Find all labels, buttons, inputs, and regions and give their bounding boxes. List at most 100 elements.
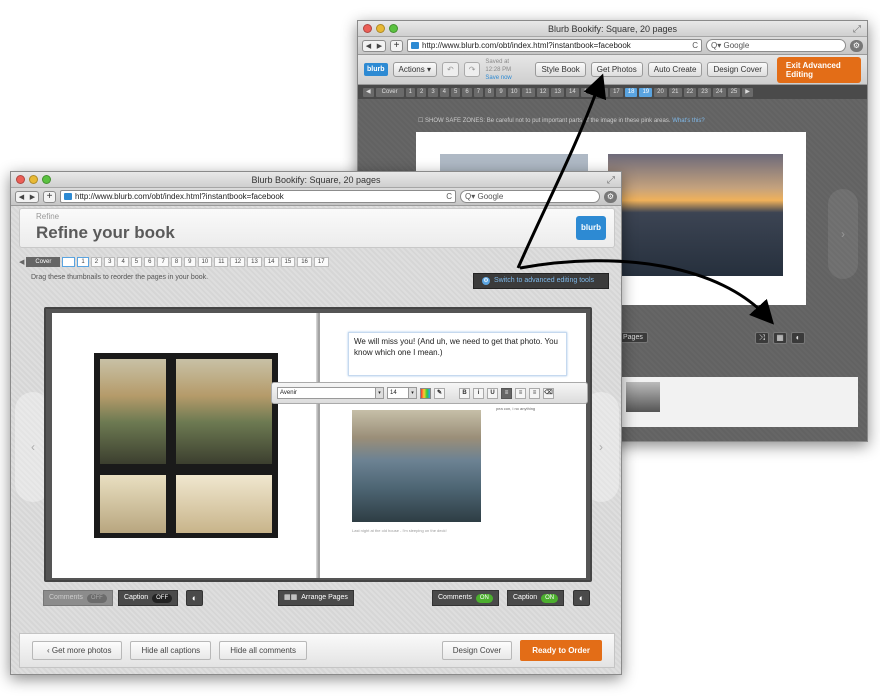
- page-thumb[interactable]: 5: [130, 257, 143, 267]
- zoom-light-icon[interactable]: [389, 24, 398, 33]
- page-thumb[interactable]: 20: [654, 87, 667, 97]
- page-thumb[interactable]: 24: [712, 87, 726, 97]
- page-thumb[interactable]: Cover: [26, 257, 61, 267]
- minimize-light-icon[interactable]: [376, 24, 385, 33]
- page-thumb[interactable]: 19: [639, 87, 653, 97]
- page-thumb[interactable]: 1: [77, 257, 89, 267]
- page-thumb[interactable]: 4: [439, 87, 450, 97]
- page-thumb[interactable]: 23: [698, 87, 711, 97]
- page-thumb[interactable]: 11: [522, 87, 535, 97]
- right-caption-toggle[interactable]: Caption ON: [507, 590, 565, 606]
- back-forward-buttons[interactable]: ◀ ▶: [15, 190, 39, 203]
- eyedropper-icon[interactable]: ✎: [434, 387, 445, 399]
- right-comments-toggle[interactable]: Comments ON: [432, 590, 499, 606]
- grid-icon[interactable]: ▦: [773, 332, 787, 344]
- page-thumb[interactable]: 17: [313, 257, 329, 267]
- gear-icon[interactable]: ⚙: [604, 190, 617, 203]
- palette-icon[interactable]: ◐: [791, 332, 805, 344]
- undo-icon[interactable]: ↶: [441, 62, 459, 77]
- page-thumb[interactable]: 10: [197, 257, 213, 267]
- page-thumb[interactable]: 14: [263, 257, 279, 267]
- fullscreen-icon[interactable]: ⤢: [607, 173, 615, 189]
- bold-button[interactable]: B: [459, 387, 470, 399]
- switch-advanced-tools-button[interactable]: ⚙ Switch to advanced editing tools: [473, 273, 609, 289]
- photo-tray-thumbnail[interactable]: [626, 382, 660, 412]
- left-caption-toggle[interactable]: Caption OFF: [118, 590, 179, 606]
- font-family-select[interactable]: Avenir ▾: [277, 387, 384, 399]
- page-thumb[interactable]: 15: [280, 257, 296, 267]
- page-thumb[interactable]: 16: [297, 257, 312, 267]
- hide-all-comments-button[interactable]: Hide all comments: [219, 641, 307, 660]
- italic-button[interactable]: i: [473, 387, 484, 399]
- page-thumb[interactable]: 3: [104, 257, 116, 267]
- clear-format-icon[interactable]: ⌫: [543, 387, 554, 399]
- page-thumb[interactable]: 11: [214, 257, 229, 267]
- close-light-icon[interactable]: [363, 24, 372, 33]
- strip-right-arrow-icon[interactable]: ▶: [742, 87, 753, 97]
- forward-arrow-icon[interactable]: ▶: [27, 192, 38, 202]
- forward-arrow-icon[interactable]: ▶: [374, 41, 385, 51]
- page-thumb[interactable]: 7: [473, 87, 484, 97]
- page-thumb[interactable]: 5: [451, 87, 461, 97]
- page-thumb[interactable]: 8: [485, 87, 495, 97]
- align-left-icon[interactable]: ≡: [501, 387, 512, 399]
- back-address-field[interactable]: http://www.blurb.com/obt/index.html?inst…: [407, 39, 702, 52]
- reload-icon[interactable]: C: [692, 40, 698, 52]
- arrange-pages-button[interactable]: ▦▦ Arrange Pages: [278, 590, 354, 606]
- text-color-icon[interactable]: [420, 387, 431, 399]
- auto-create-button[interactable]: Auto Create: [647, 62, 703, 77]
- fullscreen-icon[interactable]: ⤢: [853, 22, 861, 38]
- front-search-field[interactable]: Q▾ Google: [460, 190, 600, 203]
- shuffle-icon[interactable]: ⤨: [755, 332, 769, 344]
- page-thumb[interactable]: 25: [727, 87, 741, 97]
- zoom-light-icon[interactable]: [42, 175, 51, 184]
- back-search-field[interactable]: Q▾ Google: [706, 39, 846, 52]
- whats-this-link[interactable]: What's this?: [672, 118, 705, 124]
- ready-to-order-button[interactable]: Ready to Order: [520, 640, 602, 661]
- back-arrow-icon[interactable]: ◀: [16, 192, 27, 202]
- back-forward-buttons[interactable]: ◀ ▶: [362, 39, 386, 52]
- close-light-icon[interactable]: [16, 175, 25, 184]
- page-thumb[interactable]: 12: [536, 87, 550, 97]
- safe-zones-label[interactable]: SHOW SAFE ZONES:: [425, 118, 485, 124]
- page-thumb[interactable]: 3: [428, 87, 438, 97]
- page-thumb[interactable]: 1: [405, 87, 415, 97]
- page-thumb[interactable]: 18: [624, 87, 638, 97]
- sunset-sea-photo[interactable]: [608, 154, 783, 276]
- strip-left-arrow-icon[interactable]: ◀: [19, 258, 24, 266]
- right-palette-icon[interactable]: ◐: [573, 590, 590, 606]
- exit-advanced-editing-button[interactable]: Exit Advanced Editing: [776, 56, 861, 83]
- style-book-button[interactable]: Style Book: [535, 62, 586, 77]
- page-thumb[interactable]: 7: [157, 257, 169, 267]
- page-thumb[interactable]: 4: [117, 257, 129, 267]
- left-page[interactable]: [52, 313, 318, 578]
- page-thumb[interactable]: 15: [580, 87, 594, 97]
- actions-menu-button[interactable]: Actions ▾: [392, 62, 437, 77]
- save-now-link[interactable]: Save now: [485, 75, 511, 81]
- page-thumb[interactable]: 6: [462, 87, 472, 97]
- front-address-field[interactable]: http://www.blurb.com/obt/index.html?inst…: [60, 190, 456, 203]
- pages-button[interactable]: Pages: [618, 332, 648, 343]
- add-tab-button[interactable]: +: [43, 190, 56, 203]
- page-thumb[interactable]: 17: [610, 87, 623, 97]
- comment-textarea[interactable]: We will miss you! (And uh, we need to ge…: [348, 332, 567, 376]
- back-arrow-icon[interactable]: ◀: [363, 41, 374, 51]
- get-photos-button[interactable]: Get Photos: [590, 62, 643, 77]
- reload-icon[interactable]: C: [446, 191, 452, 203]
- left-comments-toggle[interactable]: Comments OFF: [43, 590, 113, 606]
- page-thumb[interactable]: 9: [496, 87, 506, 97]
- redo-icon[interactable]: ↷: [463, 62, 481, 77]
- page-thumb[interactable]: 22: [683, 87, 697, 97]
- page-thumb[interactable]: 2: [90, 257, 103, 267]
- page-thumb[interactable]: 13: [551, 87, 565, 97]
- font-size-select[interactable]: 14 ▾: [387, 387, 417, 399]
- gear-icon[interactable]: ⚙: [850, 39, 863, 52]
- page-thumb[interactable]: 14: [566, 87, 579, 97]
- page-thumb[interactable]: 16: [595, 87, 609, 97]
- page-thumb[interactable]: 8: [170, 257, 183, 267]
- align-center-icon[interactable]: ≡: [515, 387, 526, 399]
- window-view-photo[interactable]: [94, 353, 278, 538]
- page-thumb[interactable]: 12: [230, 257, 246, 267]
- page-thumb[interactable]: Cover: [375, 87, 404, 97]
- minimize-light-icon[interactable]: [29, 175, 38, 184]
